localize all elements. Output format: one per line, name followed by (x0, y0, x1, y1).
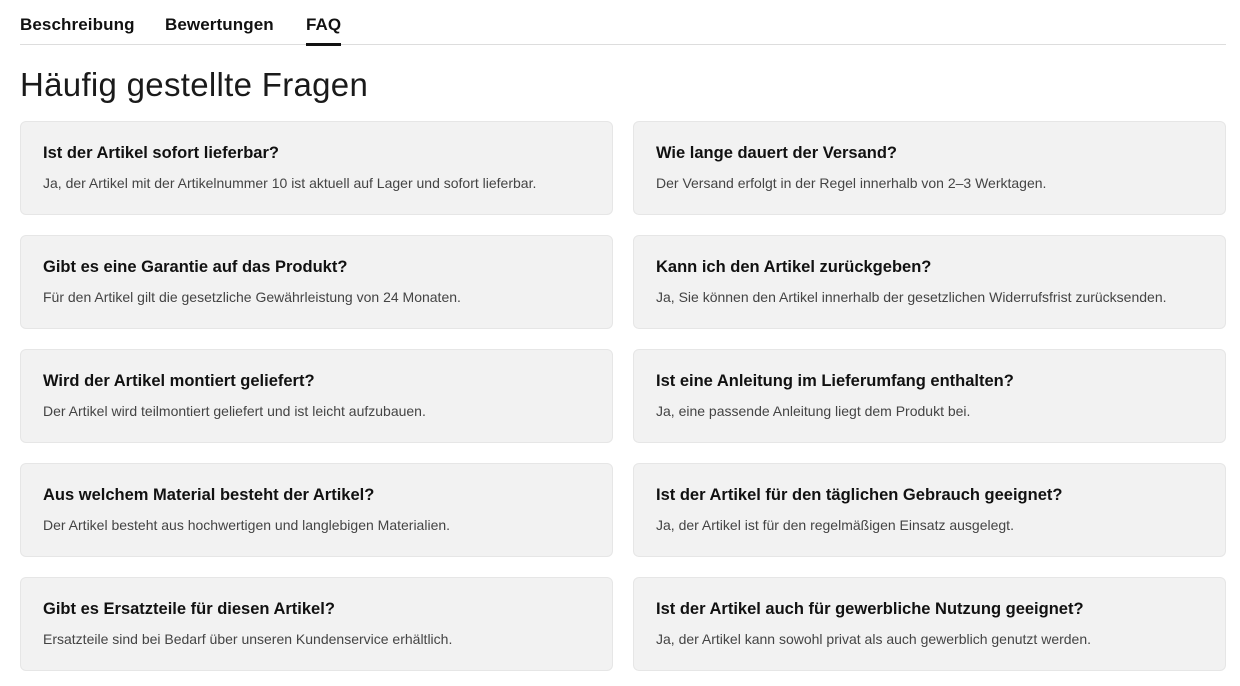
faq-item[interactable]: Ist der Artikel auch für gewerbliche Nut… (633, 577, 1226, 671)
faq-answer: Ja, der Artikel ist für den regelmäßigen… (656, 517, 1014, 533)
faq-item[interactable]: Ist eine Anleitung im Lieferumfang entha… (633, 349, 1226, 443)
faq-answer: Ja, Sie können den Artikel innerhalb der… (656, 289, 1167, 305)
faq-item[interactable]: Ist der Artikel für den täglichen Gebrau… (633, 463, 1226, 557)
faq-item[interactable]: Kann ich den Artikel zurückgeben? Ja, Si… (633, 235, 1226, 329)
tab-bar: Beschreibung Bewertungen FAQ (20, 0, 1226, 46)
faq-answer: Der Versand erfolgt in der Regel innerha… (656, 175, 1047, 191)
faq-question: Wird der Artikel montiert geliefert? (43, 372, 315, 390)
faq-answer: Ersatzteile sind bei Bedarf über unseren… (43, 631, 453, 647)
faq-item[interactable]: Gibt es eine Garantie auf das Produkt? F… (20, 235, 613, 329)
tab-beschreibung[interactable]: Beschreibung (20, 0, 135, 45)
faq-answer: Der Artikel besteht aus hochwertigen und… (43, 517, 451, 533)
faq-question: Ist der Artikel auch für gewerbliche Nut… (656, 600, 1084, 618)
faq-answer: Ja, der Artikel mit der Artikelnummer 10… (43, 175, 537, 191)
faq-question: Kann ich den Artikel zurückgeben? (656, 258, 932, 276)
faq-question: Gibt es Ersatzteile für diesen Artikel? (43, 600, 335, 618)
faq-item[interactable]: Aus welchem Material besteht der Artikel… (20, 463, 613, 557)
faq-question: Wie lange dauert der Versand? (656, 144, 898, 162)
faq-item[interactable]: Ist der Artikel sofort lieferbar? Ja, de… (20, 121, 613, 215)
faq-grid: Ist der Artikel sofort lieferbar? Ja, de… (20, 121, 1226, 671)
page-title: Häufig gestellte Fragen (20, 66, 369, 103)
faq-answer: Für den Artikel gilt die gesetzliche Gew… (43, 289, 461, 305)
faq-question: Ist eine Anleitung im Lieferumfang entha… (656, 372, 1014, 390)
faq-question: Ist der Artikel für den täglichen Gebrau… (656, 486, 1063, 504)
faq-answer: Ja, der Artikel kann sowohl privat als a… (656, 631, 1092, 647)
faq-answer: Ja, eine passende Anleitung liegt dem Pr… (656, 403, 971, 419)
faq-question: Gibt es eine Garantie auf das Produkt? (43, 258, 348, 276)
faq-question: Ist der Artikel sofort lieferbar? (43, 144, 279, 162)
faq-item[interactable]: Wird der Artikel montiert geliefert? Der… (20, 349, 613, 443)
faq-item[interactable]: Gibt es Ersatzteile für diesen Artikel? … (20, 577, 613, 671)
faq-item[interactable]: Wie lange dauert der Versand? Der Versan… (633, 121, 1226, 215)
tab-faq[interactable]: FAQ (306, 0, 342, 46)
faq-question: Aus welchem Material besteht der Artikel… (43, 486, 375, 504)
tab-bewertungen[interactable]: Bewertungen (165, 0, 274, 45)
faq-answer: Der Artikel wird teilmontiert geliefert … (43, 403, 426, 419)
